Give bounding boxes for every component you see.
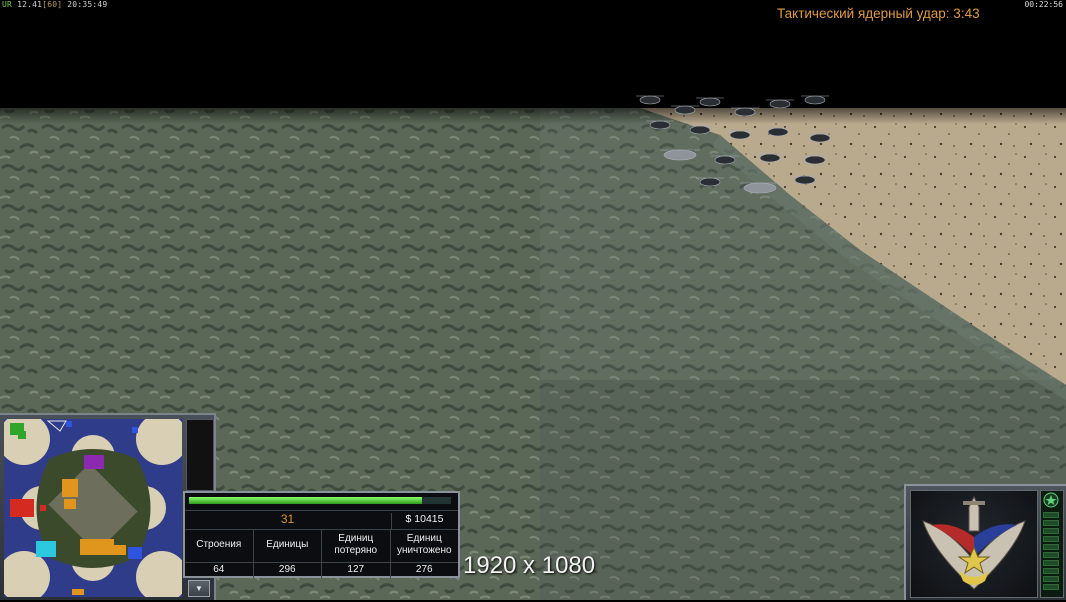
minimap-toggle-button[interactable]: ▼	[188, 580, 210, 597]
minimap-units-purple	[84, 455, 104, 469]
power-segment	[1043, 536, 1059, 542]
stat-label: Строения	[196, 539, 242, 550]
stat-label: Единиц потеряно	[334, 533, 378, 556]
ur-tag: UR	[2, 0, 13, 9]
power-segment	[1043, 576, 1059, 582]
allied-emblem-icon	[922, 495, 1026, 590]
power-segment	[1043, 560, 1059, 566]
faction-emblem	[910, 490, 1038, 598]
chevron-down-icon: ▼	[195, 584, 203, 593]
power-segment	[1043, 512, 1059, 518]
stat-value: 64	[185, 562, 253, 577]
resolution-overlay: 1920 x 1080	[463, 552, 596, 579]
stat-units-lost: Единиц потеряно 127	[322, 529, 391, 578]
unit-count: 31	[280, 512, 295, 526]
system-clock: 20:35:49	[67, 0, 108, 9]
player-stats-panel: 31 $ 10415 Строения 64 Единицы 296 Едини…	[183, 491, 460, 578]
power-segment	[1043, 528, 1059, 534]
performance-readout: UR 12.41[60] 20:35:49	[2, 0, 107, 9]
superweapon-countdown: Тактический ядерный удар: 3:43	[777, 6, 980, 21]
power-segment	[1043, 568, 1059, 574]
stat-label: Единиц уничтожено	[396, 533, 452, 556]
game-timer: 00:22:56	[1024, 0, 1063, 9]
fps-cap: [60]	[42, 0, 63, 9]
minimap[interactable]	[4, 419, 182, 597]
minimap-side-panel	[186, 419, 214, 491]
power-segment	[1043, 584, 1059, 590]
power-segment	[1043, 552, 1059, 558]
power-segment	[1043, 520, 1059, 526]
stat-value: 127	[322, 562, 390, 577]
health-bar-empty	[422, 497, 451, 504]
stat-value: 296	[253, 562, 321, 577]
fps-value: 12.41	[17, 0, 43, 9]
stat-units: Единицы 296	[253, 529, 322, 578]
money-display: $ 10415	[391, 513, 457, 529]
stat-buildings: Строения 64	[185, 529, 254, 578]
stat-value: 276	[390, 562, 458, 577]
health-bar	[189, 497, 422, 504]
stat-label: Единицы	[266, 539, 309, 550]
minimap-units-cyan	[36, 541, 56, 557]
star-icon[interactable]	[1042, 492, 1060, 508]
stat-units-destroyed: Единиц уничтожено 276	[390, 529, 458, 578]
power-segment	[1043, 544, 1059, 550]
